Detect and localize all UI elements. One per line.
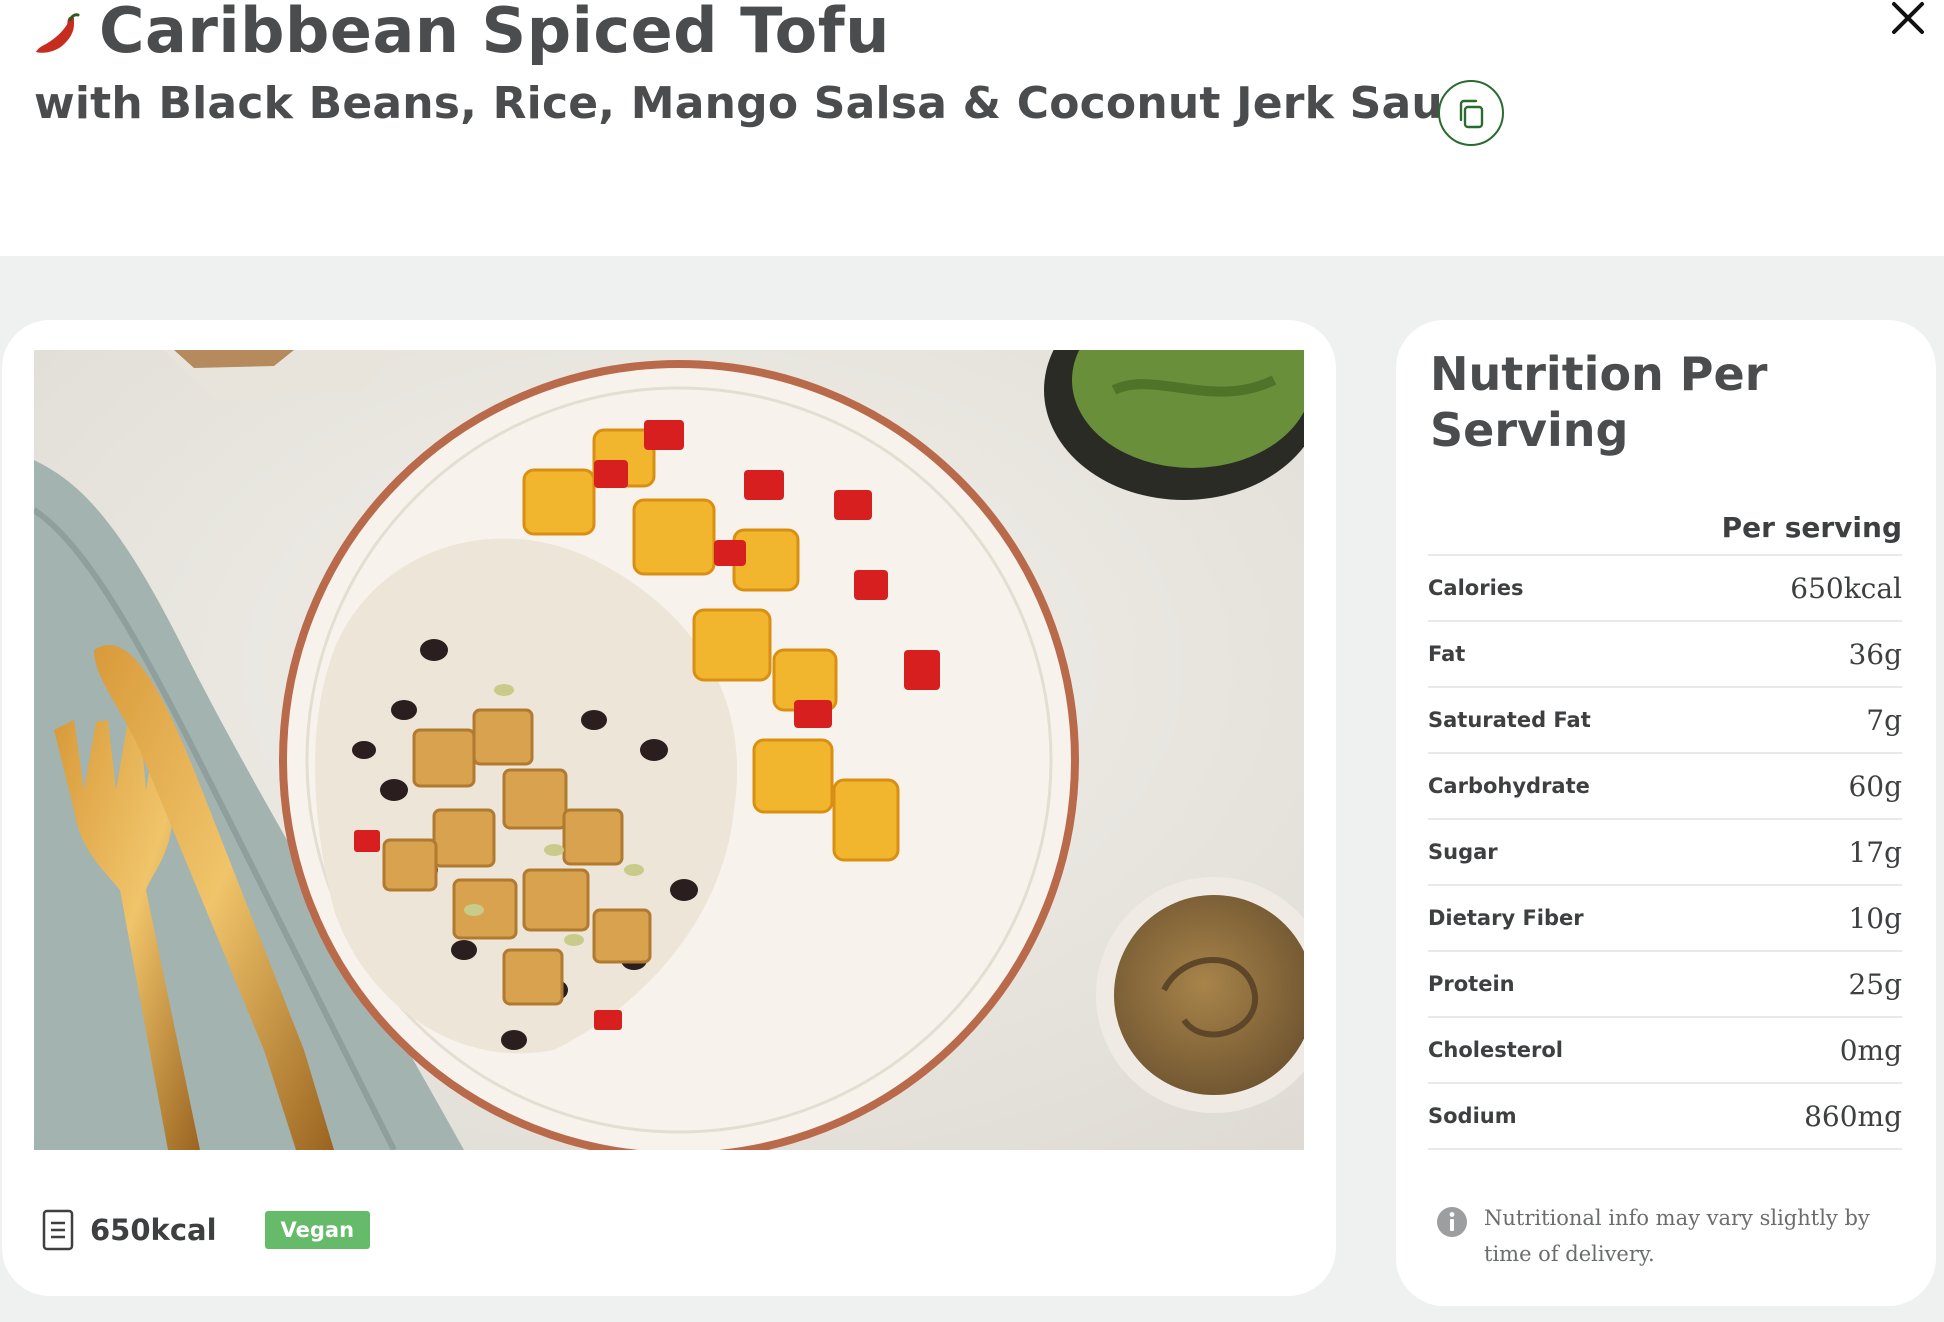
nutrition-column-header: Per serving [1428, 500, 1902, 556]
nutrition-label: Fat [1428, 642, 1466, 666]
recipe-title: Caribbean Spiced Tofu [99, 0, 890, 67]
nutrition-label: Dietary Fiber [1428, 906, 1584, 930]
recipe-header: Caribbean Spiced Tofu with Black Beans, … [0, 0, 1944, 256]
recipe-subtitle: with Black Beans, Rice, Mango Salsa & Co… [34, 78, 1500, 129]
close-icon[interactable] [1890, 0, 1926, 36]
nutrition-row-carbohydrate: Carbohydrate 60g [1428, 754, 1902, 820]
chili-pepper-icon [36, 13, 80, 53]
nutrition-label: Carbohydrate [1428, 774, 1590, 798]
nutrition-row-calories: Calories 650kcal [1428, 556, 1902, 622]
nutrition-row-dietary-fiber: Dietary Fiber 10g [1428, 886, 1902, 952]
meal-card-footer: 650kcal Vegan [42, 1200, 371, 1260]
nutrition-row-cholesterol: Cholesterol 0mg [1428, 1018, 1902, 1084]
nutrition-row-protein: Protein 25g [1428, 952, 1902, 1018]
nutrition-row-sugar: Sugar 17g [1428, 820, 1902, 886]
nutrition-value: 17g [1848, 835, 1902, 869]
nutrition-value: 860mg [1804, 1099, 1902, 1133]
nutrition-label: Cholesterol [1428, 1038, 1563, 1062]
vegan-badge: Vegan [264, 1211, 371, 1249]
nutrition-title: Nutrition Per Serving [1430, 347, 1768, 457]
nutrition-row-sodium: Sodium 860mg [1428, 1084, 1902, 1150]
nutrition-note-text: Nutritional info may vary slightly by ti… [1484, 1206, 1870, 1266]
nutrition-value: 10g [1848, 901, 1902, 935]
document-icon [42, 1209, 74, 1251]
nutrition-value: 60g [1848, 769, 1902, 803]
nutrition-value: 0mg [1839, 1033, 1902, 1067]
recipe-details: 650kcal Vegan Nutrition Per Serving Per … [0, 256, 1944, 1322]
copy-icon [1459, 99, 1484, 129]
nutrition-label: Protein [1428, 972, 1515, 996]
info-icon [1437, 1207, 1467, 1237]
dish-photo [34, 350, 1304, 1150]
nutrition-table: Per serving Calories 650kcal Fat 36g Sat… [1428, 500, 1902, 1150]
nutrition-value: 36g [1848, 637, 1902, 671]
nutrition-row-saturated-fat: Saturated Fat 7g [1428, 688, 1902, 754]
nutrition-value: 650kcal [1790, 571, 1902, 605]
nutrition-label: Saturated Fat [1428, 708, 1591, 732]
meal-card: 650kcal Vegan [2, 320, 1336, 1296]
nutrition-value: 7g [1866, 703, 1902, 737]
nutrition-label: Calories [1428, 576, 1524, 600]
nutrition-label: Sugar [1428, 840, 1498, 864]
calories-label: 650kcal [90, 1213, 217, 1247]
nutrition-value: 25g [1848, 967, 1902, 1001]
copy-button[interactable] [1438, 80, 1504, 146]
nutrition-row-fat: Fat 36g [1428, 622, 1902, 688]
nutrition-card: Nutrition Per Serving Per serving Calori… [1396, 320, 1936, 1306]
nutrition-label: Sodium [1428, 1104, 1517, 1128]
nutrition-note: Nutritional info may vary slightly by ti… [1436, 1200, 1886, 1272]
